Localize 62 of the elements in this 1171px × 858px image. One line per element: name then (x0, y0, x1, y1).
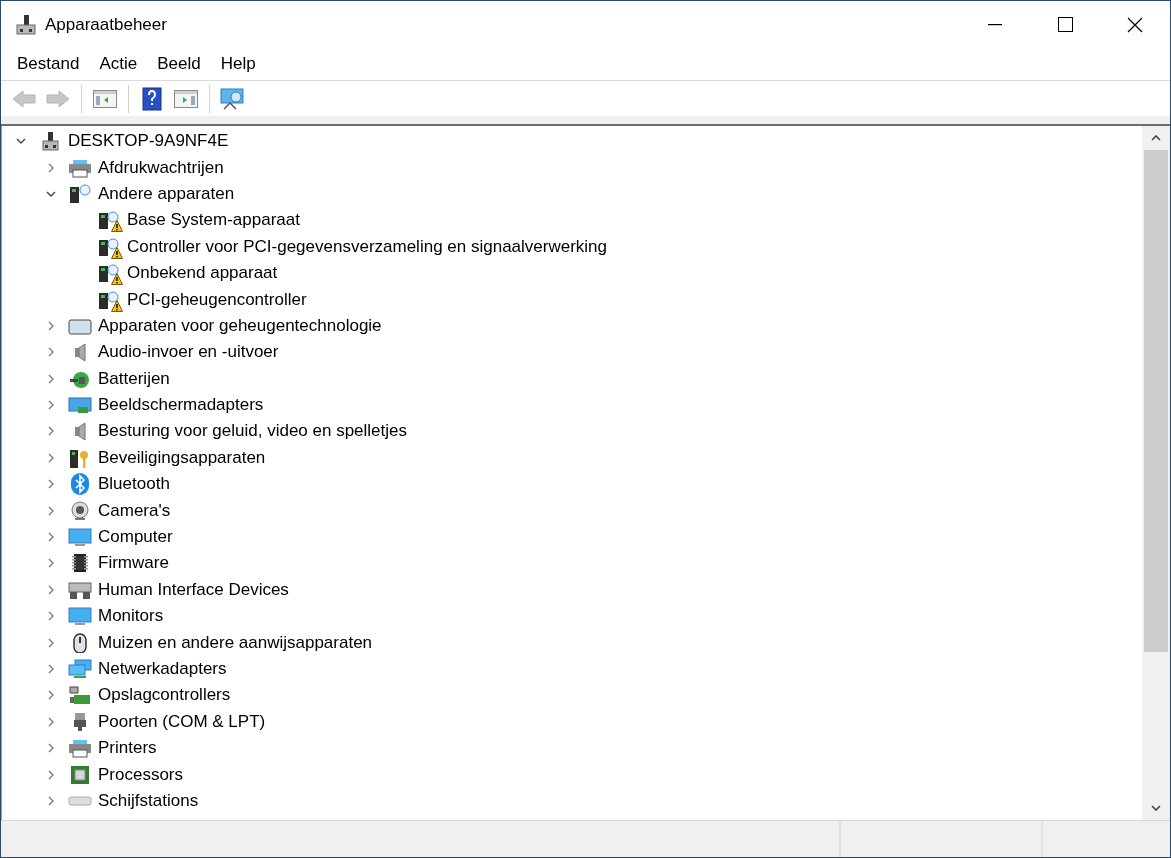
help-icon[interactable] (142, 86, 162, 111)
tree-item[interactable]: Besturing voor geluid, video en spelletjes (96, 420, 410, 443)
tree-item[interactable]: Beveiligingsapparaten (96, 446, 268, 469)
tree-item[interactable]: PCI-geheugencontroller (125, 288, 309, 311)
menu-item[interactable]: Actie (89, 52, 148, 76)
tree-item[interactable]: Human Interface Devices (96, 578, 291, 601)
monitor-icon (68, 527, 92, 548)
network-icon (68, 659, 92, 679)
printer-icon (68, 738, 92, 759)
tree-item[interactable]: Poorten (COM & LPT) (96, 710, 268, 733)
webcam-icon (70, 500, 90, 521)
tree-item[interactable]: Bluetooth (96, 473, 172, 496)
menu-item[interactable]: Bestand (7, 52, 90, 76)
device-icon (97, 289, 121, 310)
tree-item[interactable]: Base System-apparaat (125, 209, 302, 232)
bluetooth-icon (70, 472, 90, 497)
processor-icon (70, 764, 90, 785)
mouse-icon (70, 632, 90, 653)
tree-item[interactable]: Computer (96, 526, 175, 549)
tree-item[interactable]: Netwerkadapters (96, 658, 229, 680)
close-icon (1127, 16, 1143, 33)
tree-item[interactable]: Monitors (96, 605, 166, 628)
scrollbar-thumb[interactable] (1144, 150, 1168, 652)
scroll-up-icon[interactable] (1151, 135, 1161, 141)
monitor-icon (68, 606, 92, 627)
tree-item[interactable]: Opslagcontrollers (96, 684, 233, 707)
tree-item[interactable]: Batterijen (96, 367, 172, 390)
app-icon (15, 13, 37, 36)
tree-pane-icon[interactable] (93, 88, 117, 109)
computer-tower-icon (40, 131, 60, 152)
device-icon (97, 210, 121, 231)
tree-item[interactable]: Firmware (96, 552, 171, 575)
tree-item[interactable]: Camera's (96, 499, 173, 522)
monitor-scan-icon[interactable] (220, 87, 246, 110)
details-pane-icon[interactable] (174, 88, 198, 109)
tree-item[interactable]: Processors (96, 763, 186, 786)
scroll-down-icon[interactable] (1151, 805, 1161, 811)
tree-item[interactable]: DESKTOP-9A9NF4E (66, 130, 231, 153)
tree-item[interactable]: Onbekend apparaat (125, 262, 280, 285)
window-title: Apparaatbeheer (45, 14, 168, 35)
keyboard-icon (68, 579, 92, 600)
device-icon (97, 263, 121, 284)
menu-item[interactable]: Help (210, 52, 266, 76)
tree-item[interactable]: Printers (96, 737, 159, 760)
unknown-device-icon (68, 183, 92, 204)
chip-icon (70, 553, 90, 574)
disk-drive-icon (68, 795, 92, 806)
minimize-icon (988, 23, 1002, 26)
tree-item[interactable]: Apparaten voor geheugentechnologie (96, 314, 384, 337)
tree-item[interactable]: Controller voor PCI-gegevensverzameling en signaalverwerking (125, 235, 609, 258)
printer-icon (68, 157, 92, 178)
display-adapter-icon (68, 395, 92, 416)
tree-item[interactable]: Audio-invoer en -uitvoer (96, 341, 281, 364)
storage-controller-icon (68, 685, 92, 706)
device-icon (97, 236, 121, 257)
tree-item[interactable]: Schijfstations (96, 789, 201, 812)
tree-item[interactable]: Afdrukwachtrijen (96, 156, 226, 179)
tree-item[interactable]: Andere apparaten (96, 182, 237, 205)
tree-item[interactable]: Beeldschermadapters (96, 394, 266, 417)
maximize-icon (1057, 17, 1073, 32)
menu-item[interactable]: Beeld (147, 52, 211, 76)
tree-item[interactable]: Muizen en andere aanwijsapparaten (96, 631, 375, 654)
